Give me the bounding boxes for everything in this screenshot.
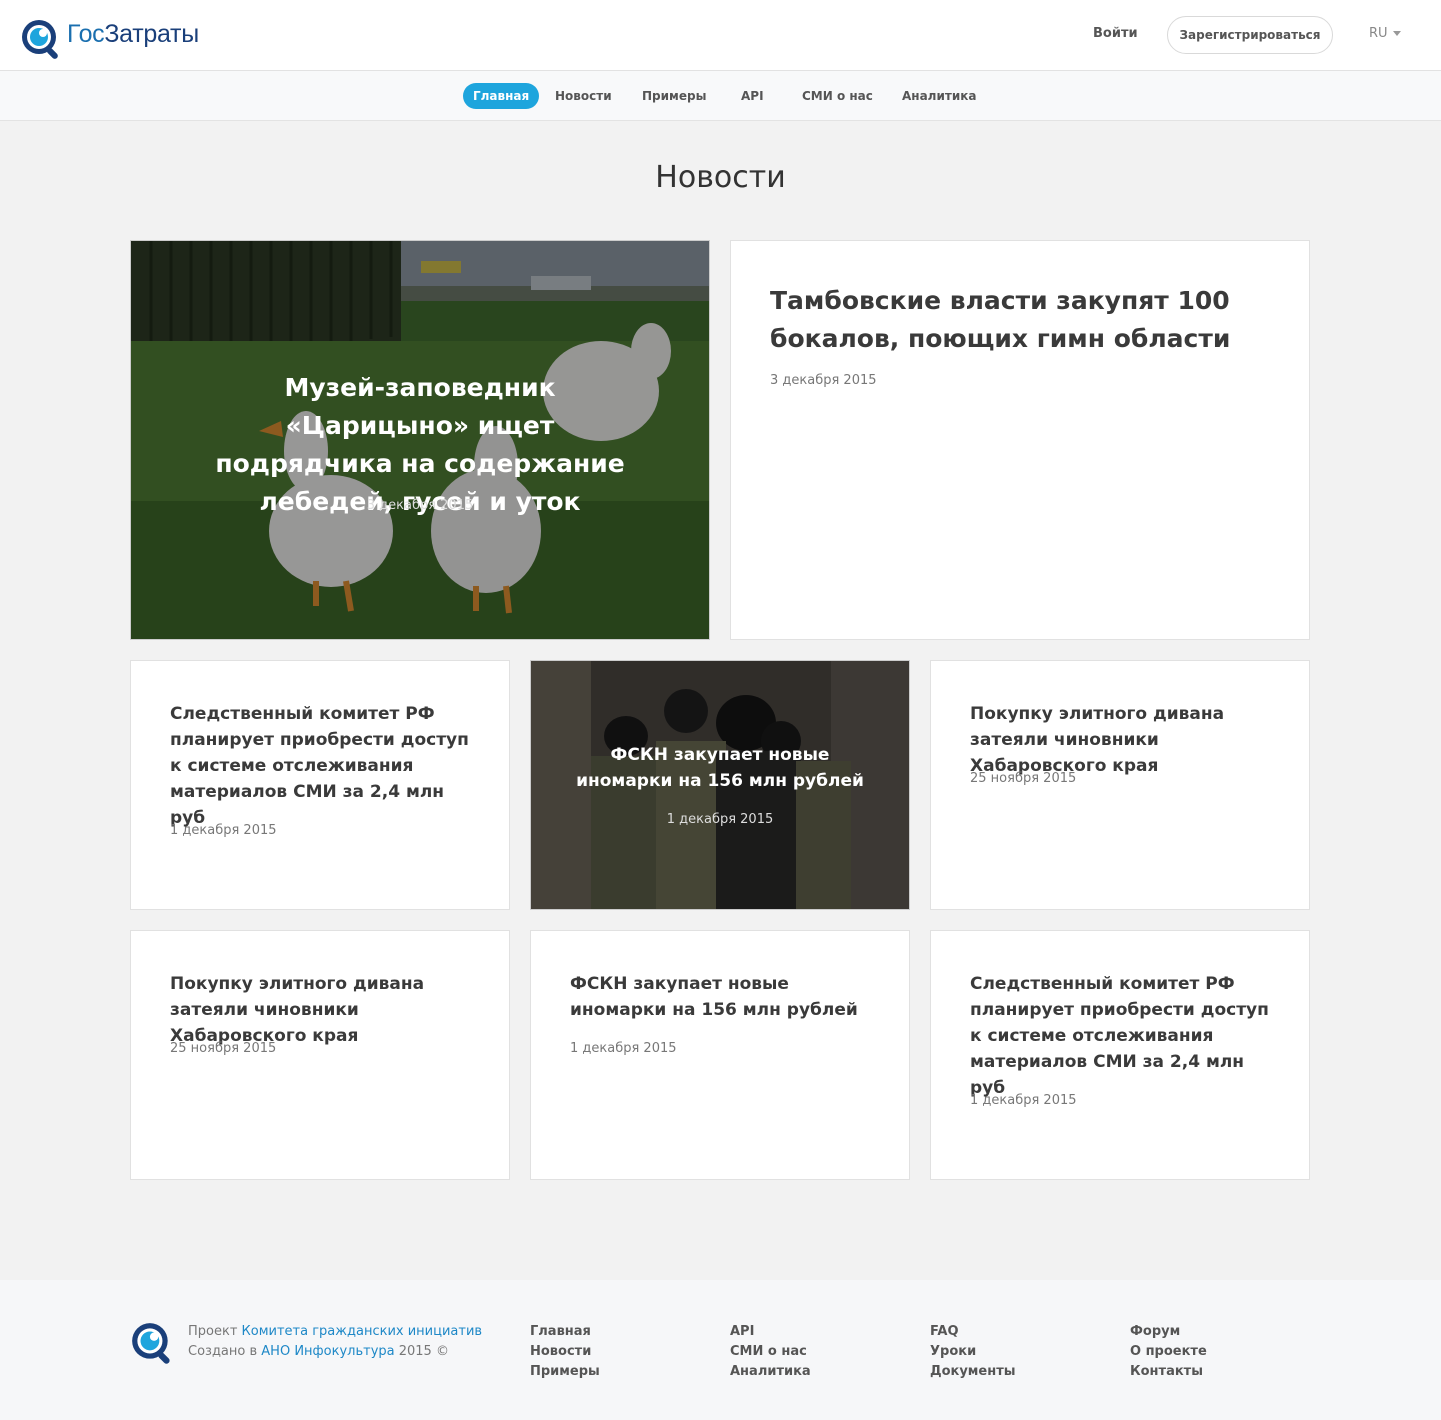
- footer-link-contacts[interactable]: Контакты: [1130, 1362, 1207, 1382]
- footer-link-home[interactable]: Главная: [530, 1322, 600, 1342]
- news-date: 1 декабря 2015: [970, 1093, 1077, 1108]
- news-title[interactable]: Покупку элитного дивана затеяли чиновник…: [170, 971, 470, 1049]
- login-link[interactable]: Войти: [1093, 26, 1138, 41]
- page-title: Новости: [655, 160, 786, 195]
- footer-link-api[interactable]: API: [730, 1322, 811, 1342]
- footer-link-about[interactable]: О проекте: [1130, 1342, 1207, 1362]
- nav-item-home[interactable]: Главная: [463, 83, 540, 109]
- news-card-image[interactable]: ФСКН закупает новые иномарки на 156 млн …: [530, 660, 910, 910]
- news-date: 1 декабря 2015: [570, 1041, 677, 1056]
- footer-link-faq[interactable]: FAQ: [930, 1322, 1016, 1342]
- language-selector[interactable]: RU: [1369, 26, 1401, 41]
- chevron-down-icon: [1392, 31, 1401, 36]
- news-date: 25 ноября 2015: [170, 1041, 277, 1056]
- footer-link-forum[interactable]: Форум: [1130, 1322, 1207, 1342]
- footer-col-1: Главная Новости Примеры: [530, 1322, 600, 1382]
- news-card[interactable]: Следственный комитет РФ планирует приобр…: [130, 660, 510, 910]
- news-title[interactable]: ФСКН закупает новые иномарки на 156 млн …: [566, 742, 874, 794]
- news-card[interactable]: Следственный комитет РФ планирует приобр…: [930, 930, 1310, 1180]
- footer-col-2: API СМИ о нас Аналитика: [730, 1322, 811, 1382]
- nav-item-examples[interactable]: Примеры: [642, 83, 706, 109]
- nav-item-analytics[interactable]: Аналитика: [902, 83, 976, 109]
- footer-link-media[interactable]: СМИ о нас: [730, 1342, 811, 1362]
- logo-text: ГосЗатраты: [67, 20, 199, 48]
- news-title[interactable]: Следственный комитет РФ планирует приобр…: [970, 971, 1270, 1101]
- committee-link[interactable]: Комитета гражданских инициатив: [242, 1324, 483, 1339]
- nav-item-media[interactable]: СМИ о нас: [802, 83, 873, 109]
- nav-item-api[interactable]: API: [741, 83, 764, 109]
- magnifier-logo-icon: [22, 20, 58, 59]
- news-date: 3 декабря 2015: [366, 498, 474, 513]
- infoculture-link[interactable]: АНО Инфокультура: [261, 1344, 394, 1359]
- news-title[interactable]: Следственный комитет РФ планирует приобр…: [170, 701, 470, 831]
- footer-col-3: FAQ Уроки Документы: [930, 1322, 1016, 1382]
- footer: Проект Комитета гражданских инициатив Со…: [0, 1280, 1441, 1420]
- news-title[interactable]: ФСКН закупает новые иномарки на 156 млн …: [570, 971, 870, 1023]
- news-card-featured[interactable]: Музей-заповедник «Царицыно» ищет подрядч…: [130, 240, 710, 640]
- footer-link-examples[interactable]: Примеры: [530, 1362, 600, 1382]
- news-date: 1 декабря 2015: [170, 823, 277, 838]
- register-button[interactable]: Зарегистрироваться: [1167, 16, 1333, 54]
- news-date: 3 декабря 2015: [770, 373, 877, 388]
- language-label: RU: [1369, 26, 1388, 41]
- news-title[interactable]: Тамбовские власти закупят 100 бокалов, п…: [770, 282, 1270, 358]
- footer-link-lessons[interactable]: Уроки: [930, 1342, 1016, 1362]
- footer-link-analytics[interactable]: Аналитика: [730, 1362, 811, 1382]
- news-card[interactable]: ФСКН закупает новые иномарки на 156 млн …: [530, 930, 910, 1180]
- nav-item-news[interactable]: Новости: [555, 83, 612, 109]
- magnifier-logo-icon: [132, 1323, 170, 1364]
- footer-credits: Проект Комитета гражданских инициатив Со…: [188, 1324, 483, 1359]
- footer-link-news[interactable]: Новости: [530, 1342, 600, 1362]
- news-title[interactable]: Покупку элитного дивана затеяли чиновник…: [970, 701, 1270, 779]
- news-date: 25 ноября 2015: [970, 771, 1077, 786]
- site-logo[interactable]: ГосЗатраты: [19, 17, 199, 59]
- news-card[interactable]: Тамбовские власти закупят 100 бокалов, п…: [730, 240, 1310, 640]
- footer-col-4: Форум О проекте Контакты: [1130, 1322, 1207, 1382]
- news-card[interactable]: Покупку элитного дивана затеяли чиновник…: [930, 660, 1310, 910]
- news-card[interactable]: Покупку элитного дивана затеяли чиновник…: [130, 930, 510, 1180]
- news-date: 1 декабря 2015: [666, 812, 774, 827]
- main-nav: Главная Новости Примеры API СМИ о нас Ан…: [0, 71, 1441, 121]
- top-header: ГосЗатраты Войти Зарегистрироваться RU: [0, 0, 1441, 71]
- footer-link-documents[interactable]: Документы: [930, 1362, 1016, 1382]
